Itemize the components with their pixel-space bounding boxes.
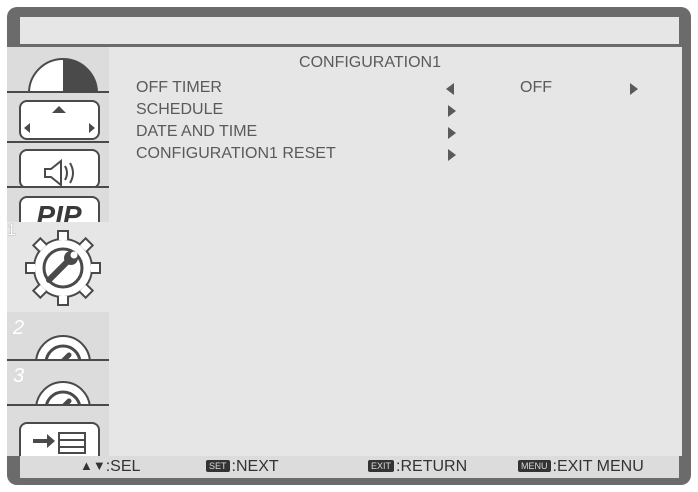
hint-return-label: :RETURN (396, 458, 468, 475)
set-key-icon: SET (206, 460, 230, 472)
pip-icon: PIP (19, 196, 100, 223)
tab-audio[interactable] (7, 144, 109, 188)
menu-key-icon: MENU (518, 460, 551, 472)
tab-advanced-option[interactable] (7, 407, 109, 456)
tab-picture[interactable] (7, 47, 109, 93)
menu-title: CONFIGURATION1 (299, 54, 441, 71)
tab-configuration-3[interactable]: 3 (7, 361, 109, 406)
configuration-1-icon (25, 230, 101, 306)
screen-icon (19, 100, 100, 140)
menu-content: CONFIGURATION1 OFF TIMER OFF SCHEDULE DA… (109, 47, 682, 456)
configuration-3-icon (35, 381, 91, 406)
hint-return: EXIT:RETURN (368, 458, 467, 476)
menu-item-label: DATE AND TIME (136, 123, 258, 140)
hint-exit-menu-label: :EXIT MENU (552, 458, 644, 475)
hint-next: SET:NEXT (206, 458, 279, 476)
menu-item-label: SCHEDULE (136, 101, 224, 118)
menu-item-label: CONFIGURATION1 RESET (136, 145, 336, 162)
left-arrow-icon[interactable] (446, 83, 454, 95)
menu-item-schedule[interactable]: SCHEDULE (136, 101, 656, 123)
menu-item-configuration1-reset[interactable]: CONFIGURATION1 RESET (136, 145, 656, 167)
advanced-option-icon (19, 422, 100, 456)
tab-screen[interactable] (7, 95, 109, 143)
configuration-2-icon (35, 335, 91, 361)
audio-icon (19, 149, 100, 188)
right-arrow-icon[interactable] (448, 105, 456, 117)
hint-select-label: :SEL (105, 458, 141, 475)
hint-exit-menu: MENU:EXIT MENU (518, 458, 644, 476)
right-arrow-icon[interactable] (448, 127, 456, 139)
menu-item-label: OFF TIMER (136, 79, 222, 96)
off-timer-value: OFF (520, 79, 552, 96)
hint-bar: ▲▼:SEL SET:NEXT EXIT:RETURN MENU:EXIT ME… (20, 456, 679, 478)
top-bar (20, 17, 679, 44)
right-arrow-icon[interactable] (448, 149, 456, 161)
menu-item-off-timer[interactable]: OFF TIMER OFF (136, 79, 656, 101)
right-arrow-icon[interactable] (630, 83, 638, 95)
hint-next-label: :NEXT (231, 458, 279, 475)
up-down-arrow-icon: ▲▼ (80, 458, 106, 473)
tab-configuration-2[interactable]: 2 (7, 313, 109, 361)
tab-configuration-1[interactable]: 1 (7, 222, 109, 312)
exit-key-icon: EXIT (368, 460, 395, 472)
menu-item-date-and-time[interactable]: DATE AND TIME (136, 123, 656, 145)
picture-icon (28, 58, 98, 93)
sidebar: PIP 1 2 3 (7, 47, 109, 456)
osd-panel: PIP 1 2 3 CONFIGURATION1 OFF TIMER OFF S… (7, 47, 682, 456)
hint-select: ▲▼:SEL (80, 458, 140, 476)
pip-text: PIP (36, 200, 81, 223)
tab-pip[interactable]: PIP (7, 190, 109, 223)
